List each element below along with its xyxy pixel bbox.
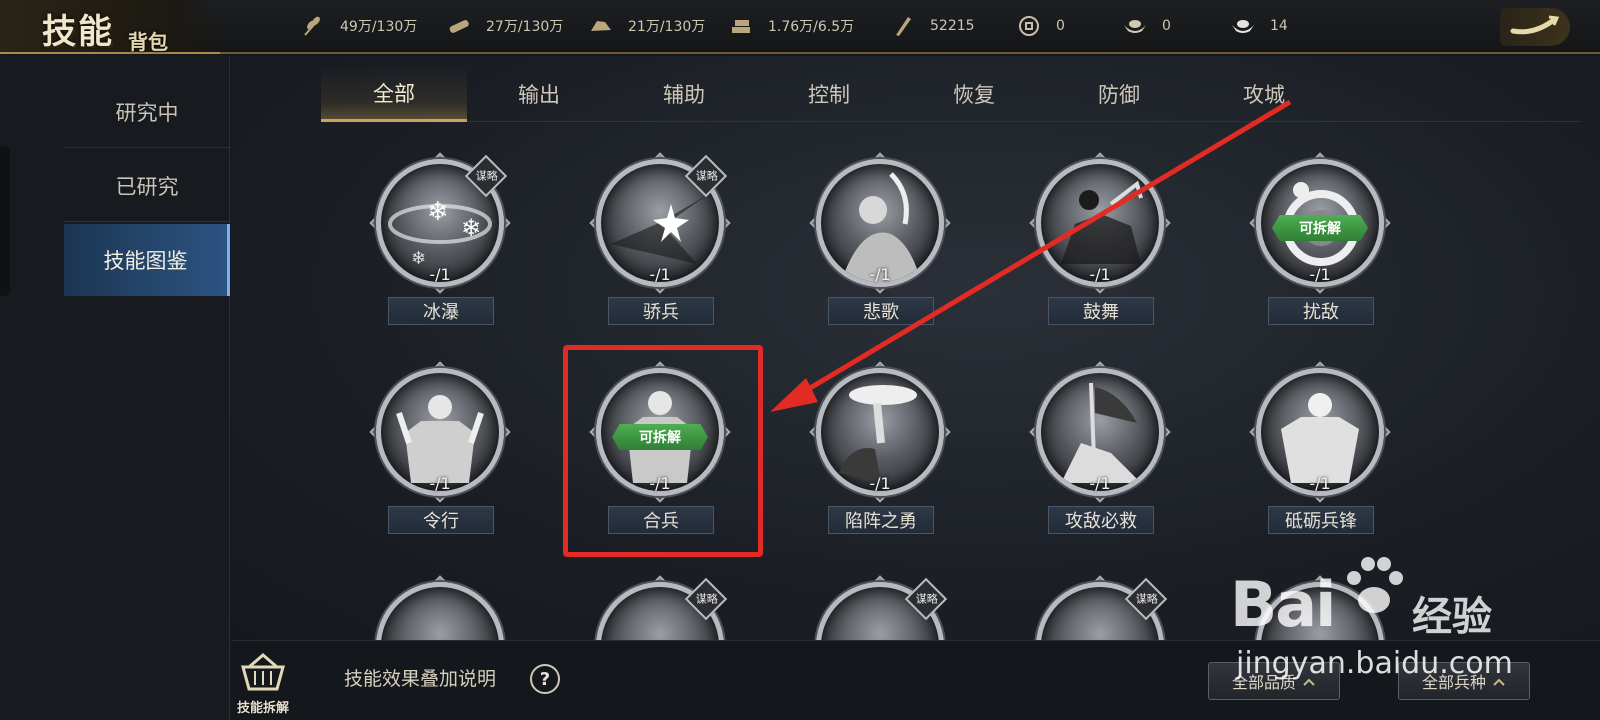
resource-iron: 1.76万/6.5万 — [728, 14, 854, 38]
skill-card-beige[interactable]: -/1 悲歌 — [809, 152, 951, 333]
stone-icon — [588, 15, 614, 37]
logo-subtitle: 背包 — [128, 30, 168, 54]
skill-card-guwu[interactable]: -/1 鼓舞 — [1029, 152, 1171, 333]
svg-text:❄: ❄ — [461, 214, 481, 242]
skill-name: 冰瀑 — [388, 297, 494, 325]
skill-name: 攻敌必救 — [1048, 506, 1154, 534]
resource-value: 14 — [1270, 18, 1288, 34]
skill-name: 悲歌 — [828, 297, 934, 325]
back-arrow-icon — [1509, 13, 1561, 41]
tab-label: 恢复 — [953, 83, 995, 107]
basket-icon — [235, 653, 291, 697]
tab-label: 全部 — [373, 81, 415, 106]
sidebar-item-skill-codex[interactable]: 技能图鉴 — [64, 224, 230, 296]
tab-label: 控制 — [808, 83, 850, 107]
page-logo: 技能 背包 — [0, 0, 220, 54]
tab-label: 攻城 — [1243, 83, 1285, 107]
tab-recovery[interactable]: 恢复 — [901, 66, 1047, 122]
grain-icon — [300, 15, 326, 37]
decree-icon — [890, 15, 916, 37]
resource-value: 49万/130万 — [340, 19, 418, 35]
tab-all[interactable]: 全部 — [321, 66, 467, 122]
highlight-box — [563, 345, 763, 557]
skill-card-partial[interactable]: 谋略 — [589, 575, 731, 640]
skill-card-partial[interactable]: 谋略 — [809, 575, 951, 640]
silver-ingot-icon — [1230, 15, 1256, 37]
resource-value: 0 — [1162, 18, 1171, 34]
resource-wood: 27万/130万 — [446, 14, 563, 38]
sidebar-item-label: 技能图鉴 — [103, 249, 188, 273]
tab-siege[interactable]: 攻城 — [1191, 66, 1337, 122]
skill-name: 鼓舞 — [1048, 297, 1154, 325]
tab-output[interactable]: 输出 — [466, 66, 612, 122]
skill-count: -/1 — [1089, 474, 1111, 493]
resource-value: 52215 — [930, 18, 975, 34]
help-button[interactable]: ? — [530, 664, 560, 694]
resource-value: 0 — [1056, 18, 1065, 34]
sidebar-item-researched[interactable]: 已研究 — [64, 150, 230, 222]
tab-label: 输出 — [518, 83, 560, 107]
top-bar: 技能 背包 49万/130万 27万/130万 21万/130万 1.76万/6… — [0, 0, 1600, 54]
tab-control[interactable]: 控制 — [756, 66, 902, 122]
sidebar-item-label: 已研究 — [115, 174, 179, 199]
tab-label: 防御 — [1098, 83, 1140, 107]
skill-card-dilibingfeng[interactable]: -/1 砥砺兵锋 — [1249, 361, 1391, 542]
resource-copper: 0 — [1016, 14, 1065, 38]
sidebar-item-label: 研究中 — [115, 100, 179, 125]
baidu-watermark: Bai 经验 jingyan.baidu.com — [1230, 548, 1600, 688]
resource-value: 1.76万/6.5万 — [768, 19, 855, 35]
resource-gold: 0 — [1122, 14, 1171, 38]
disassemble-label: 技能拆解 — [236, 701, 289, 716]
skill-disassemble-button[interactable]: 技能拆解 — [228, 646, 298, 716]
skill-card-partial[interactable] — [369, 575, 511, 640]
skill-count: -/1 — [1089, 265, 1111, 284]
stack-explain-link[interactable]: 技能效果叠加说明 — [344, 664, 496, 691]
logo-title: 技能 — [42, 12, 114, 52]
skill-card-partial[interactable]: 谋略 — [1029, 575, 1171, 640]
skill-count: -/1 — [649, 265, 671, 284]
paw-icon — [1334, 548, 1414, 632]
skill-card-jiaobing[interactable]: 谋略 -/1 骄兵 — [589, 152, 731, 333]
edge-notch — [0, 146, 10, 296]
skill-count: -/1 — [1309, 265, 1331, 284]
skill-name: 骄兵 — [608, 297, 714, 325]
wood-icon — [446, 15, 472, 37]
skill-count: -/1 — [869, 265, 891, 284]
skill-card-bingpu[interactable]: ❄ ❄ ❄ 谋略 -/1 冰瀑 — [369, 152, 511, 333]
skill-card-raodi[interactable]: 可拆解 -/1 扰敌 — [1249, 152, 1391, 333]
skill-count: -/1 — [1309, 474, 1331, 493]
category-tabs: 全部 输出 辅助 控制 恢复 防御 攻城 — [321, 66, 1581, 122]
question-icon: ? — [539, 668, 551, 690]
back-button[interactable] — [1500, 8, 1570, 46]
tab-label: 辅助 — [663, 83, 705, 107]
tab-defense[interactable]: 防御 — [1046, 66, 1192, 122]
copper-coin-icon — [1016, 15, 1042, 37]
tab-support[interactable]: 辅助 — [611, 66, 757, 122]
dismantlable-badge: 可拆解 — [1272, 215, 1368, 241]
skill-card-gongdibijiu[interactable]: -/1 攻敌必救 — [1029, 361, 1171, 542]
watermark-url: jingyan.baidu.com — [1236, 646, 1513, 681]
watermark-brand: Bai — [1230, 568, 1336, 641]
iron-icon — [728, 15, 754, 37]
resource-grain: 49万/130万 — [300, 14, 417, 38]
skill-count: -/1 — [869, 474, 891, 493]
skill-count: -/1 — [429, 265, 451, 284]
skill-card-xianzhenzhiyong[interactable]: -/1 陷阵之勇 — [809, 361, 951, 542]
resource-value: 27万/130万 — [486, 19, 564, 35]
gold-ingot-icon — [1122, 15, 1148, 37]
watermark-cn: 经验 — [1412, 594, 1492, 640]
skill-name: 扰敌 — [1268, 297, 1374, 325]
resource-stone: 21万/130万 — [588, 14, 705, 38]
resource-silver: 14 — [1230, 14, 1288, 38]
skill-name: 陷阵之勇 — [828, 506, 934, 534]
resource-decree: 52215 — [890, 14, 975, 38]
skill-name: 令行 — [388, 506, 494, 534]
resource-value: 21万/130万 — [628, 19, 706, 35]
svg-text:❄: ❄ — [427, 197, 449, 227]
skill-name: 砥砺兵锋 — [1268, 506, 1374, 534]
skill-count: -/1 — [429, 474, 451, 493]
skill-card-lingxing[interactable]: -/1 令行 — [369, 361, 511, 542]
sidebar-item-researching[interactable]: 研究中 — [64, 76, 230, 148]
left-sidebar: 研究中 已研究 技能图鉴 — [0, 56, 230, 720]
